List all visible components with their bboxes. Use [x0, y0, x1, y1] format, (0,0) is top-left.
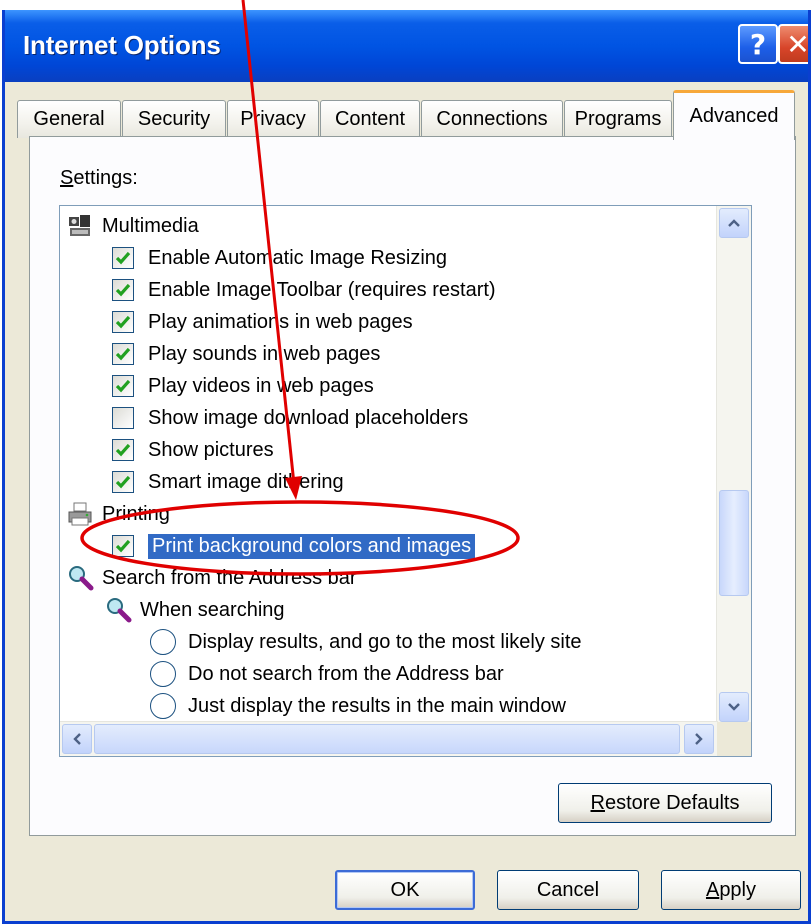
cancel-button[interactable]: Cancel	[497, 870, 639, 910]
setting-enable-automatic-image-resizing[interactable]: Enable Automatic Image Resizing	[112, 242, 447, 274]
scroll-up-button[interactable]	[719, 208, 749, 238]
search-magnifier-icon	[66, 564, 94, 592]
horizontal-scroll-thumb[interactable]	[94, 724, 680, 754]
close-icon: ✕	[786, 27, 810, 61]
option-label: Just display the results in the main win…	[188, 694, 566, 717]
checkbox[interactable]	[112, 279, 134, 301]
internet-options-dialog: Internet Options ? ✕ General Security Pr…	[2, 10, 811, 924]
title-bar[interactable]: Internet Options ? ✕	[5, 10, 808, 82]
close-button[interactable]: ✕	[778, 24, 810, 64]
multimedia-icon	[66, 212, 94, 240]
checkbox[interactable]	[112, 375, 134, 397]
apply-mnemonic: A	[705, 878, 720, 901]
checkbox[interactable]	[112, 471, 134, 493]
tab-programs[interactable]: Programs	[564, 100, 672, 138]
horizontal-scrollbar[interactable]	[60, 721, 718, 756]
restore-label: estore Defaults	[604, 791, 740, 814]
tab-strip: General Security Privacy Content Connect…	[5, 88, 808, 140]
cancel-label: Cancel	[536, 878, 600, 901]
tab-privacy[interactable]: Privacy	[227, 100, 319, 138]
scroll-down-button[interactable]	[719, 692, 749, 722]
category-label: Multimedia	[102, 214, 199, 237]
setting-play-sounds[interactable]: Play sounds in web pages	[112, 338, 380, 370]
chevron-right-icon	[695, 733, 703, 745]
vertical-scroll-thumb[interactable]	[719, 490, 749, 596]
setting-label: Enable Image Toolbar (requires restart)	[148, 278, 496, 301]
setting-label: Smart image dithering	[148, 470, 344, 493]
setting-label: Show image download placeholders	[148, 406, 469, 429]
chevron-left-icon	[73, 733, 81, 745]
tab-content[interactable]: Content	[320, 100, 420, 138]
subcategory-label: When searching	[140, 598, 285, 621]
setting-label: Play animations in web pages	[148, 310, 413, 333]
tab-security[interactable]: Security	[122, 100, 226, 138]
ok-button[interactable]: OK	[335, 870, 475, 910]
radio-button[interactable]	[150, 693, 176, 719]
category-search-from-address-bar: Search from the Address bar	[66, 562, 357, 594]
option-label: Do not search from the Address bar	[188, 662, 504, 685]
setting-label: Play sounds in web pages	[148, 342, 381, 365]
checkbox[interactable]	[112, 343, 134, 365]
settings-tree-list[interactable]: Multimedia Enable Automatic Image Resizi…	[59, 205, 752, 757]
setting-label: Play videos in web pages	[148, 374, 374, 397]
settings-label-mnemonic: S	[60, 167, 74, 189]
setting-smart-image-dithering[interactable]: Smart image dithering	[112, 466, 344, 498]
setting-show-image-download-placeholders[interactable]: Show image download placeholders	[112, 402, 468, 434]
option-display-results-go-to-most-likely-site[interactable]: Display results, and go to the most like…	[150, 626, 582, 658]
settings-label-rest: ettings:	[73, 167, 138, 189]
checkbox[interactable]	[112, 407, 134, 429]
scroll-left-button[interactable]	[62, 724, 92, 754]
scrollbar-corner	[717, 722, 751, 756]
subcategory-when-searching: When searching	[104, 594, 285, 626]
printer-icon	[66, 500, 94, 528]
search-magnifier-icon	[104, 596, 132, 624]
setting-enable-image-toolbar[interactable]: Enable Image Toolbar (requires restart)	[112, 274, 496, 306]
option-do-not-search[interactable]: Do not search from the Address bar	[150, 658, 504, 690]
vertical-scrollbar[interactable]	[716, 206, 751, 724]
apply-button[interactable]: Apply	[661, 870, 801, 910]
setting-play-videos[interactable]: Play videos in web pages	[112, 370, 374, 402]
window-title: Internet Options	[23, 30, 221, 60]
setting-print-background-colors-and-images[interactable]: Print background colors and images	[112, 530, 476, 562]
checkbox[interactable]	[112, 311, 134, 333]
radio-button[interactable]	[150, 661, 176, 687]
chevron-up-icon	[728, 219, 740, 227]
advanced-tab-page: Settings: Multimedia Enable Automatic Im…	[29, 136, 796, 836]
category-multimedia: Multimedia	[66, 210, 199, 242]
help-icon: ?	[749, 27, 767, 61]
option-just-display-results[interactable]: Just display the results in the main win…	[150, 690, 566, 722]
restore-mnemonic: R	[590, 791, 605, 814]
checkbox[interactable]	[112, 439, 134, 461]
apply-label: pply	[719, 878, 757, 901]
tab-advanced[interactable]: Advanced	[673, 90, 795, 140]
radio-button[interactable]	[150, 629, 176, 655]
setting-label: Enable Automatic Image Resizing	[148, 246, 448, 269]
setting-show-pictures[interactable]: Show pictures	[112, 434, 274, 466]
category-label: Printing	[102, 502, 170, 525]
setting-label: Show pictures	[148, 438, 274, 461]
ok-label: OK	[390, 878, 420, 901]
category-printing: Printing	[66, 498, 170, 530]
checkbox[interactable]	[112, 247, 134, 269]
restore-defaults-button[interactable]: Restore Defaults	[558, 783, 772, 823]
option-label: Display results, and go to the most like…	[188, 630, 582, 653]
help-button[interactable]: ?	[738, 24, 778, 64]
settings-label: Settings:	[60, 167, 138, 190]
setting-play-animations[interactable]: Play animations in web pages	[112, 306, 413, 338]
scroll-right-button[interactable]	[684, 724, 714, 754]
category-label: Search from the Address bar	[102, 566, 357, 589]
chevron-down-icon	[728, 703, 740, 711]
checkbox[interactable]	[112, 535, 134, 557]
tab-general[interactable]: General	[17, 100, 121, 138]
tab-connections[interactable]: Connections	[421, 100, 563, 138]
setting-label-selected: Print background colors and images	[148, 533, 476, 559]
